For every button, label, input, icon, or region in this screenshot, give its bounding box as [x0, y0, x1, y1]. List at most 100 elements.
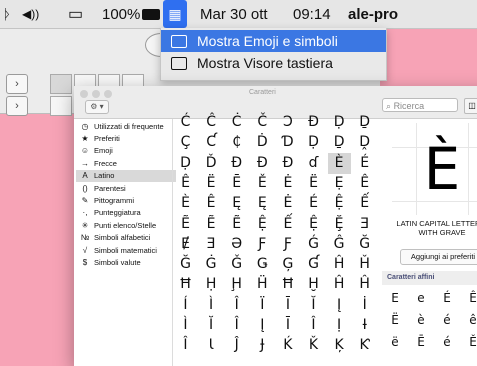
character-cell[interactable]: Ə [225, 234, 248, 255]
menubar-date[interactable]: Mar 30 ott [200, 0, 268, 28]
character-cell[interactable]: Ì [174, 315, 197, 336]
related-character[interactable]: E [384, 287, 406, 309]
character-cell[interactable]: Ê [353, 173, 376, 194]
character-cell[interactable]: Į [328, 295, 351, 316]
character-cell[interactable]: È [174, 193, 197, 214]
add-favorite-button[interactable]: Aggiungi ai preferiti [400, 249, 477, 265]
character-cell[interactable]: Ệ [328, 193, 351, 214]
search-input[interactable]: ⌕ Ricerca [382, 98, 458, 112]
related-character[interactable]: É [436, 287, 458, 309]
character-cell[interactable]: Ħ [174, 274, 197, 295]
character-cell[interactable]: Ǝ [353, 214, 376, 235]
character-cell[interactable]: Ǵ [302, 234, 325, 255]
character-cell[interactable]: Ď [200, 153, 223, 174]
battery-percent[interactable]: 100% [102, 0, 140, 28]
input-menu-icon[interactable]: ▦ [163, 0, 187, 28]
character-cell[interactable]: Ğ [353, 234, 376, 255]
character-cell[interactable]: Ģ [276, 254, 299, 275]
category-item[interactable]: ☺ Emoji [76, 145, 176, 157]
character-cell[interactable]: Í [174, 295, 197, 316]
category-item[interactable]: () Parentesi [76, 182, 176, 194]
character-cell[interactable]: Ę [225, 193, 248, 214]
minimize-window-button[interactable] [92, 90, 100, 98]
indent-button-2[interactable]: › [6, 96, 28, 116]
character-cell[interactable]: Ī [276, 315, 299, 336]
character-cell[interactable]: Ế [276, 214, 299, 235]
character-cell[interactable]: Ê [174, 173, 197, 194]
category-item[interactable]: → Frecce [76, 157, 176, 169]
character-cell[interactable]: Ð [302, 112, 325, 133]
character-cell[interactable]: Ḍ [328, 112, 351, 133]
related-character[interactable]: Ē [410, 331, 432, 353]
character-cell[interactable]: Ĥ [328, 274, 351, 295]
menubar-time[interactable]: 09:14 [293, 0, 331, 28]
character-cell[interactable]: Ḫ [302, 274, 325, 295]
character-cell[interactable]: Ḝ [328, 214, 351, 235]
character-cell[interactable]: Ē [225, 173, 248, 194]
character-cell[interactable]: Ì [200, 295, 223, 316]
character-cell[interactable]: Ẽ [174, 214, 197, 235]
character-cell[interactable]: Ę [251, 193, 274, 214]
related-character[interactable]: é [436, 331, 458, 353]
related-character[interactable]: ë [384, 331, 406, 353]
character-cell[interactable]: Ḓ [353, 132, 376, 153]
related-character[interactable]: Ë [384, 309, 406, 331]
character-cell[interactable]: Ç [174, 132, 197, 153]
character-cell[interactable]: Î [225, 315, 248, 336]
character-cell[interactable]: Ĥ [353, 274, 376, 295]
menu-item-show-emoji[interactable]: Mostra Emoji e simboli [161, 30, 386, 52]
character-cell[interactable]: Ḍ [174, 153, 197, 174]
character-cell[interactable]: Ğ [174, 254, 197, 275]
character-cell[interactable]: È [327, 152, 351, 174]
character-cell[interactable]: Ê [200, 193, 223, 214]
character-cell[interactable]: Ḏ [328, 132, 351, 153]
character-cell[interactable]: Ī [276, 295, 299, 316]
related-character[interactable]: Ě [462, 331, 477, 353]
character-cell[interactable]: Î [174, 335, 197, 356]
character-cell[interactable]: Ǩ [302, 335, 325, 356]
character-cell[interactable]: Ɠ [302, 254, 325, 275]
character-cell[interactable]: Ḩ [225, 274, 248, 295]
character-cell[interactable]: Ġ [200, 254, 223, 275]
align-left-button[interactable] [50, 74, 72, 94]
related-character[interactable]: é [436, 309, 458, 331]
character-cell[interactable]: Ɇ [174, 234, 197, 255]
character-cell[interactable]: Ë [302, 173, 325, 194]
character-cell[interactable]: Ǧ [225, 254, 248, 275]
related-character[interactable]: è [410, 309, 432, 331]
character-cell[interactable]: Ǥ [251, 254, 274, 275]
character-cell[interactable]: Ẽ [200, 214, 223, 235]
character-cell[interactable]: Ǝ [200, 234, 223, 255]
character-cell[interactable]: Ɗ [276, 132, 299, 153]
category-item[interactable]: $ Simboli valute [76, 256, 176, 268]
category-item[interactable]: A Latino [76, 169, 176, 182]
character-cell[interactable]: Đ [225, 153, 248, 174]
character-cell[interactable]: ₵ [225, 132, 248, 153]
character-cell[interactable]: Ḏ [353, 112, 376, 133]
character-cell[interactable]: Ĉ [200, 112, 223, 133]
category-item[interactable]: № Simboli alfabetici [76, 232, 176, 244]
character-cell[interactable]: Ɔ [276, 112, 299, 133]
character-cell[interactable]: Ƒ [251, 234, 274, 255]
character-cell[interactable]: Ế [353, 193, 376, 214]
character-cell[interactable]: Ḍ [302, 132, 325, 153]
gear-menu-button[interactable]: ⚙ ▾ [85, 100, 109, 114]
character-cell[interactable]: Č [251, 112, 274, 133]
volume-icon[interactable]: ◀)) [22, 0, 39, 28]
character-cell[interactable]: Ḱ [276, 335, 299, 356]
character-cell[interactable]: Ĝ [328, 234, 351, 255]
character-cell[interactable]: Ė [276, 193, 299, 214]
character-cell[interactable]: Ĥ [328, 254, 351, 275]
character-cell[interactable]: Ƒ [276, 234, 299, 255]
category-item[interactable]: ✳ Punti elenco/Stelle [76, 219, 176, 231]
category-item[interactable]: ◷ Utilizzati di frequente [76, 120, 176, 132]
airplay-icon[interactable]: ▭ [68, 0, 83, 28]
character-cell[interactable]: Ɨ [353, 315, 376, 336]
character-cell[interactable]: Ĵ [225, 335, 248, 356]
category-item[interactable]: ·, Punteggiatura [76, 207, 176, 219]
close-window-button[interactable] [80, 90, 88, 98]
character-cell[interactable]: Ɉ [251, 335, 274, 356]
character-cell[interactable]: Ƙ [353, 335, 376, 356]
character-cell[interactable]: Ệ [251, 214, 274, 235]
character-cell[interactable]: Ị [328, 315, 351, 336]
